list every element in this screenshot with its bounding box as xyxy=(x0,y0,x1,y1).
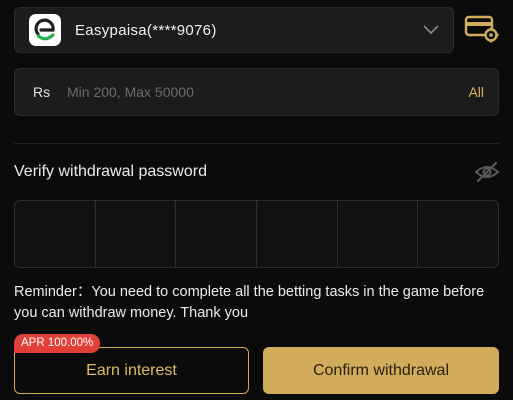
pin-digit-cell[interactable] xyxy=(418,201,498,267)
chevron-down-icon[interactable] xyxy=(423,22,439,38)
apr-badge: APR 100.00% xyxy=(14,334,101,353)
pin-digit-cell[interactable] xyxy=(338,201,419,267)
earn-interest-button[interactable]: Earn interest xyxy=(14,347,249,394)
account-select[interactable]: Easypaisa(****9076) xyxy=(14,7,454,53)
confirm-withdrawal-button[interactable]: Confirm withdrawal xyxy=(263,347,499,394)
earn-interest-label: Earn interest xyxy=(86,361,177,379)
confirm-withdrawal-label: Confirm withdrawal xyxy=(312,361,450,379)
pin-digit-cell[interactable] xyxy=(257,201,338,267)
reminder-text: Reminder：You need to complete all the be… xyxy=(14,284,485,321)
divider xyxy=(14,143,499,144)
eye-off-icon[interactable] xyxy=(474,160,500,184)
amount-field: Rs All xyxy=(14,68,499,116)
easypaisa-logo-icon xyxy=(29,14,61,46)
currency-label: Rs xyxy=(33,84,51,100)
amount-input[interactable] xyxy=(67,84,469,100)
pin-digit-cell[interactable] xyxy=(176,201,258,267)
password-label: Verify withdrawal password xyxy=(14,163,207,180)
card-settings-icon[interactable] xyxy=(464,12,500,44)
pin-digit-cell[interactable] xyxy=(15,201,96,267)
pin-digit-cell[interactable] xyxy=(96,201,177,267)
all-amount-button[interactable]: All xyxy=(468,84,484,100)
account-name: Easypaisa(****9076) xyxy=(75,21,217,39)
password-pin-input[interactable] xyxy=(14,200,499,268)
